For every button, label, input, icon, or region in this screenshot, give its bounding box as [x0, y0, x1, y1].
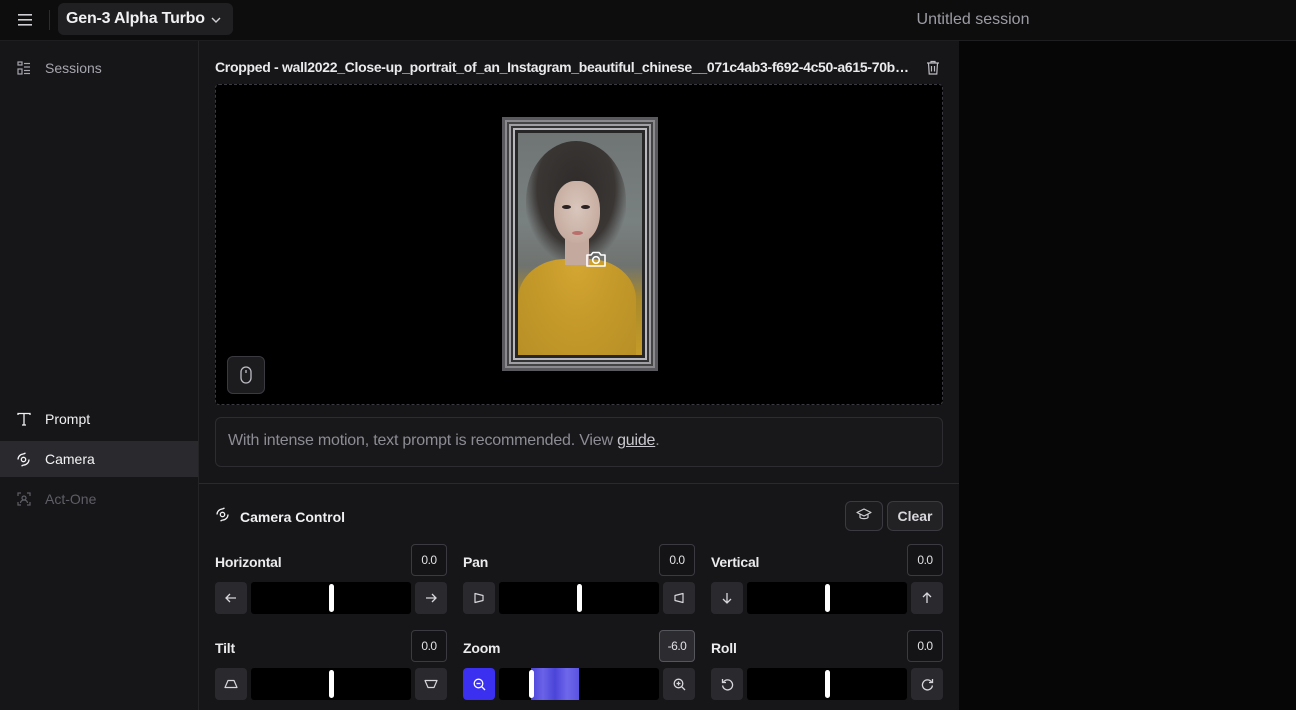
portrait-image [502, 117, 658, 371]
control-label: Zoom [463, 640, 501, 656]
vertical-slider[interactable] [747, 582, 907, 614]
tilt-slider[interactable] [251, 668, 411, 700]
zoom-slider[interactable] [499, 668, 659, 700]
arrow-up-icon[interactable] [911, 582, 943, 614]
output-area [959, 41, 1296, 710]
main-panel: Cropped - wall2022_Close-up_portrait_of_… [199, 41, 959, 710]
filename-row: Cropped - wall2022_Close-up_portrait_of_… [215, 57, 943, 77]
slider-thumb[interactable] [825, 670, 830, 698]
vertical-value-input[interactable]: 0.0 [907, 544, 943, 576]
control-label: Roll [711, 640, 737, 656]
slider-thumb[interactable] [329, 584, 334, 612]
sidebar-item-camera[interactable]: Camera [0, 441, 198, 477]
pan-right-icon[interactable] [663, 582, 695, 614]
tilt-value-input[interactable]: 0.0 [411, 630, 447, 662]
sidebar-item-act-one[interactable]: Act-One [0, 481, 198, 517]
hint-text: With intense motion, text prompt is reco… [228, 432, 618, 449]
graduation-cap-icon [856, 507, 872, 525]
vertical-control: Vertical 0.0 [711, 544, 943, 614]
roll-value-input[interactable]: 0.0 [907, 630, 943, 662]
asset-filename: Cropped - wall2022_Close-up_portrait_of_… [215, 59, 915, 75]
face-scan-icon [16, 492, 31, 507]
control-label: Vertical [711, 554, 760, 570]
rotate-cw-icon[interactable] [911, 668, 943, 700]
camera-orbit-icon [215, 507, 230, 527]
control-label: Horizontal [215, 554, 282, 570]
slider-thumb[interactable] [529, 670, 534, 698]
horizontal-slider[interactable] [251, 582, 411, 614]
pan-slider[interactable] [499, 582, 659, 614]
sidebar-item-label: Camera [45, 451, 95, 467]
tilt-up-icon[interactable] [415, 668, 447, 700]
slider-thumb[interactable] [329, 670, 334, 698]
pan-value-input[interactable]: 0.0 [659, 544, 695, 576]
guide-link[interactable]: guide [617, 432, 655, 449]
tilt-control: Tilt 0.0 [215, 630, 447, 700]
pan-left-icon[interactable] [463, 582, 495, 614]
roll-slider[interactable] [747, 668, 907, 700]
zoom-control: Zoom -6.0 [463, 630, 695, 700]
zoom-in-icon[interactable] [663, 668, 695, 700]
arrow-right-icon[interactable] [415, 582, 447, 614]
slider-thumb[interactable] [577, 584, 582, 612]
pan-control: Pan 0.0 [463, 544, 695, 614]
divider [49, 10, 50, 30]
roll-control: Roll 0.0 [711, 630, 943, 700]
trash-icon[interactable] [925, 59, 941, 75]
prompt-hint[interactable]: With intense motion, text prompt is reco… [215, 417, 943, 467]
clear-button[interactable]: Clear [887, 501, 943, 531]
camera-control-header: Camera Control [215, 507, 345, 527]
arrow-down-icon[interactable] [711, 582, 743, 614]
zoom-value-input[interactable]: -6.0 [659, 630, 695, 662]
sidebar-item-prompt[interactable]: Prompt [0, 401, 198, 437]
control-label: Pan [463, 554, 489, 570]
hint-suffix: . [655, 432, 660, 449]
session-title[interactable]: Untitled session [860, 11, 1086, 29]
camera-control-title: Camera Control [240, 509, 346, 525]
horizontal-value-input[interactable]: 0.0 [411, 544, 447, 576]
sidebar: Sessions Prompt Camera Act-One [0, 41, 199, 710]
rotate-ccw-icon[interactable] [711, 668, 743, 700]
top-bar: Gen-3 Alpha Turbo Untitled session [0, 0, 1296, 41]
mouse-icon[interactable] [227, 356, 265, 394]
arrow-left-icon[interactable] [215, 582, 247, 614]
chevron-down-icon [211, 10, 221, 28]
sessions-grid-icon [16, 61, 31, 76]
slider-fill [531, 668, 579, 700]
hamburger-menu-icon[interactable] [11, 8, 39, 32]
image-preview[interactable] [215, 84, 943, 405]
sidebar-item-sessions[interactable]: Sessions [0, 50, 198, 86]
camera-icon [584, 249, 608, 269]
section-divider [199, 483, 959, 484]
sidebar-item-label: Prompt [45, 411, 91, 427]
zoom-out-icon[interactable] [463, 668, 495, 700]
control-label: Tilt [215, 640, 235, 656]
text-t-icon [16, 412, 31, 427]
model-selector-button[interactable]: Gen-3 Alpha Turbo [58, 3, 233, 35]
horizontal-control: Horizontal 0.0 [215, 544, 447, 614]
tilt-down-icon[interactable] [215, 668, 247, 700]
sidebar-item-label: Act-One [45, 491, 97, 507]
slider-thumb[interactable] [825, 584, 830, 612]
camera-orbit-icon [16, 451, 31, 467]
learn-button[interactable] [845, 501, 883, 531]
sidebar-item-label: Sessions [45, 60, 102, 76]
model-label: Gen-3 Alpha Turbo [66, 10, 205, 27]
